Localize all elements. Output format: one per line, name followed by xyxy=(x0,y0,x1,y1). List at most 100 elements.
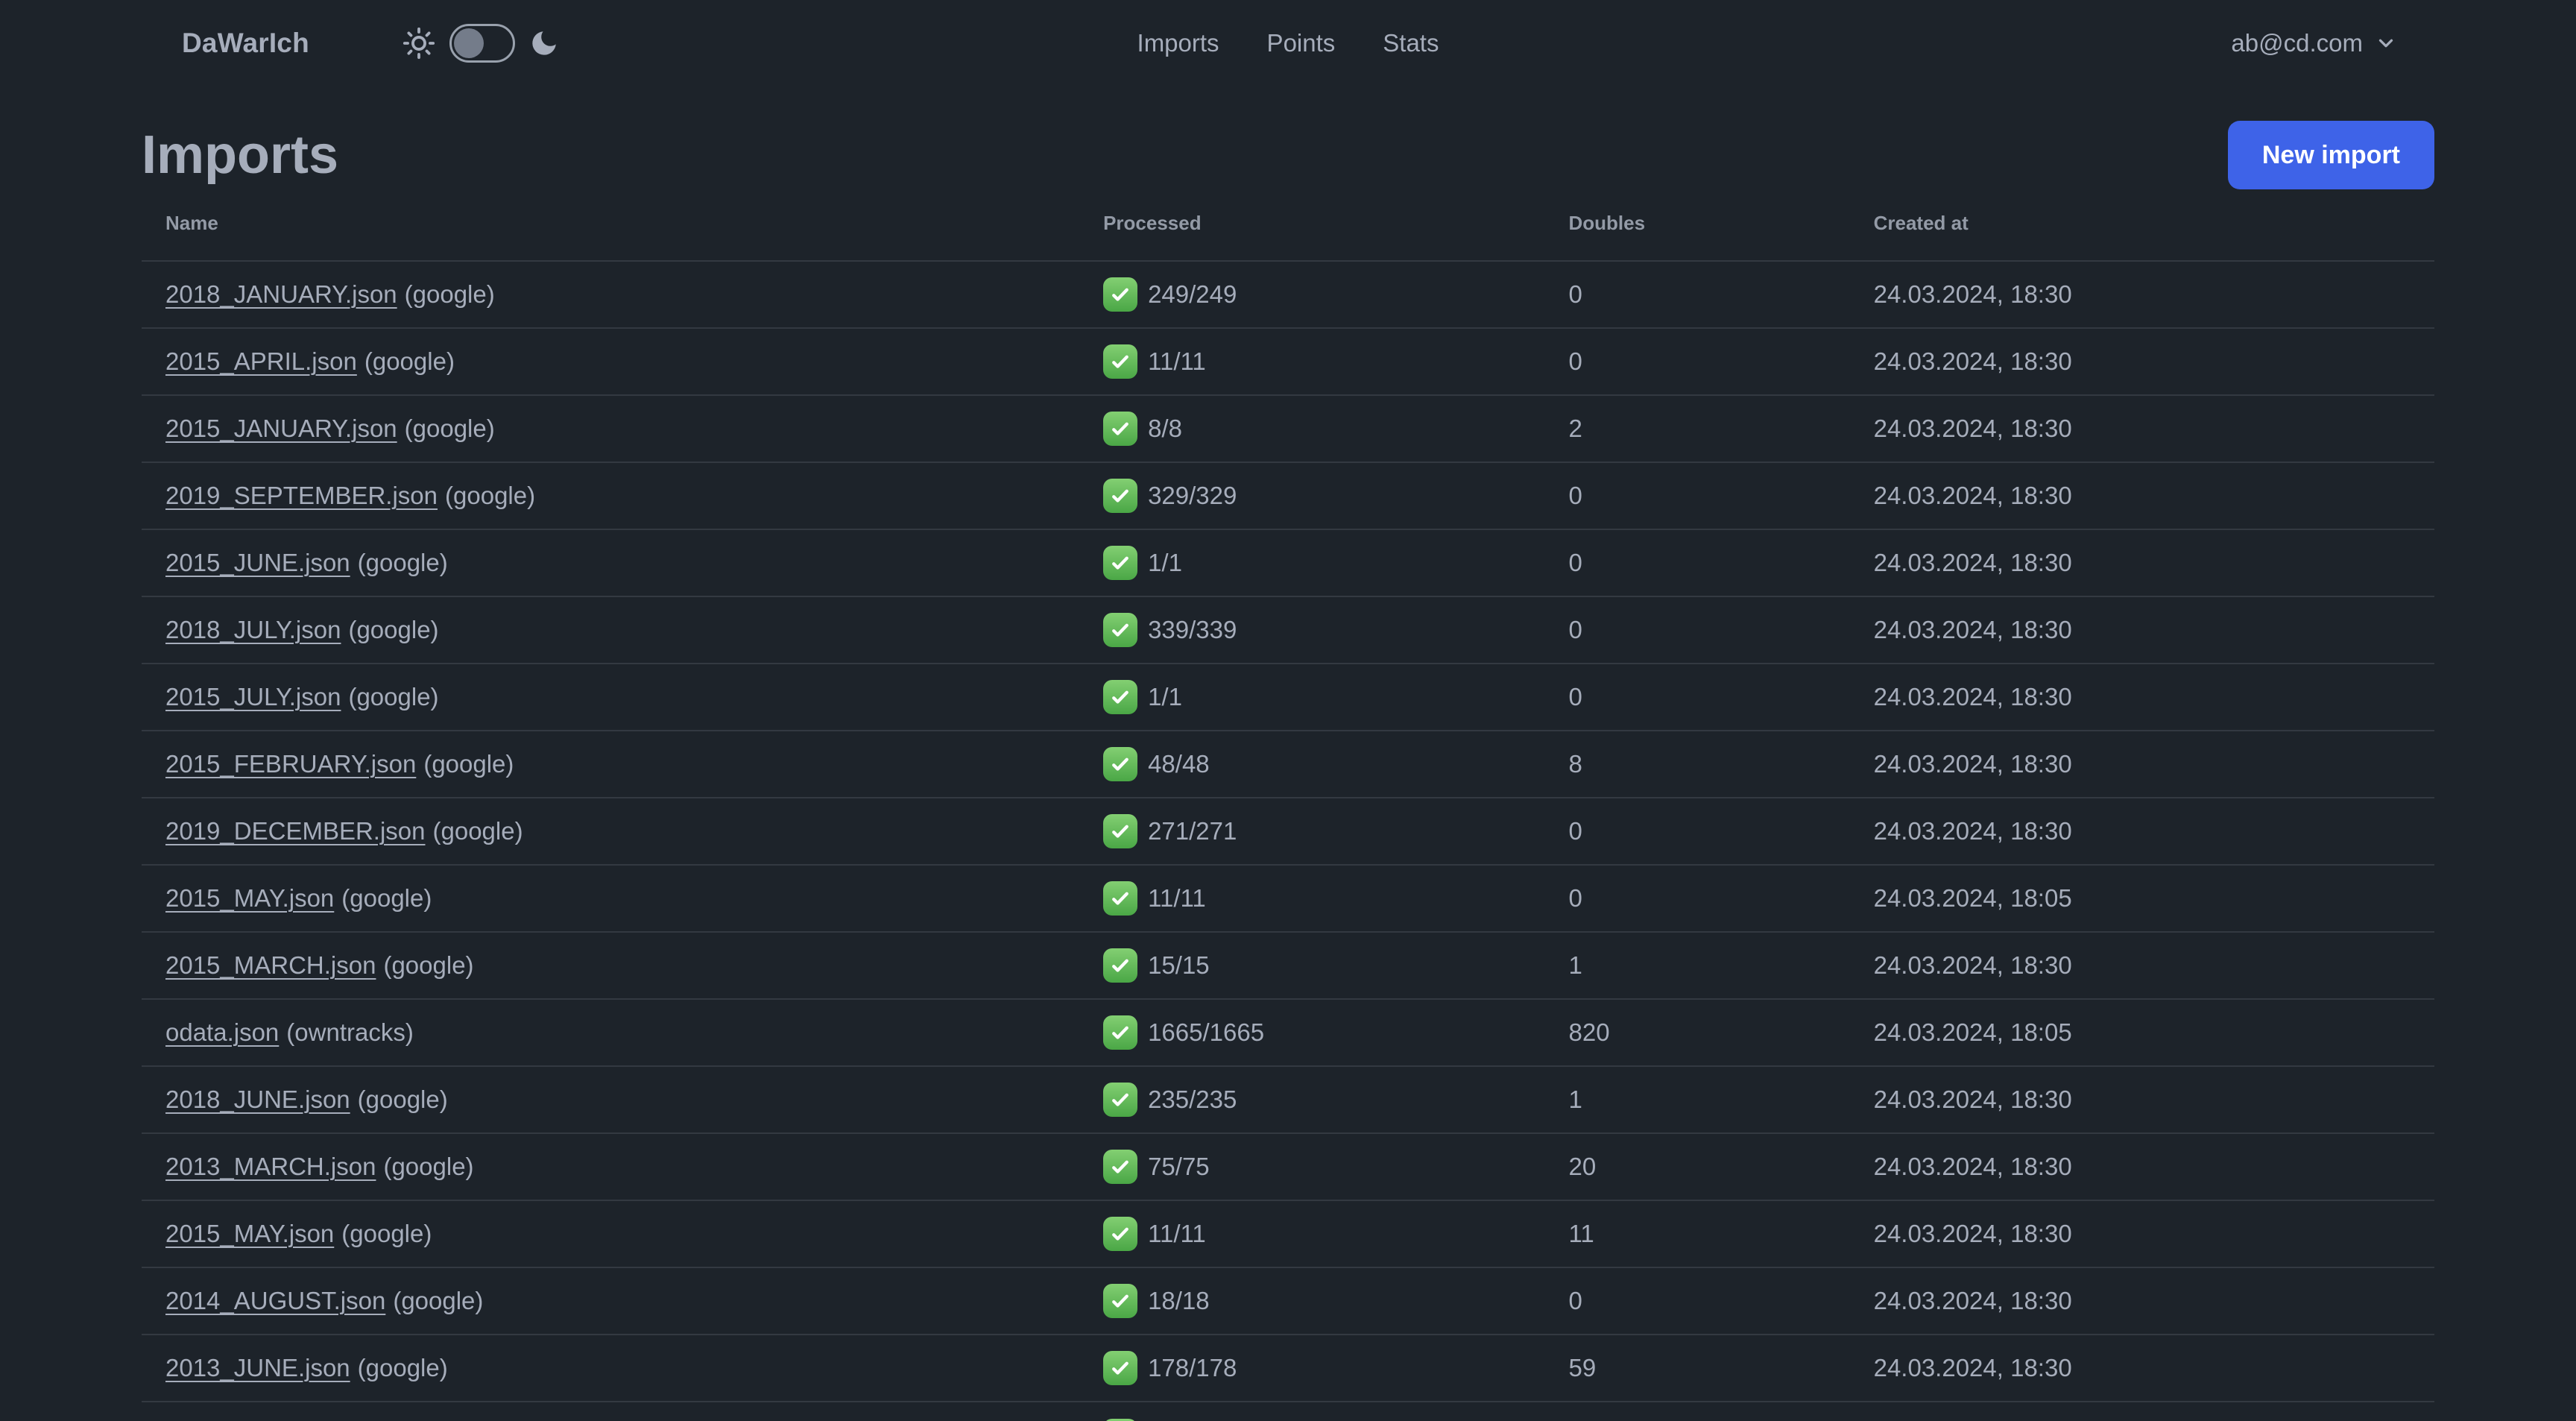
doubles-cell: 0 xyxy=(1544,461,1850,529)
name-cell: 2018_JUNE.json (google) xyxy=(142,1065,1080,1133)
nav-link-stats[interactable]: Stats xyxy=(1383,29,1439,57)
import-file-link[interactable]: 2015_MARCH.json xyxy=(165,951,376,979)
navbar-start: DaWarIch xyxy=(182,24,560,63)
import-source: (google) xyxy=(404,415,495,442)
table-row: 2015_FEBRUARY.json (google) 48/48 8 24.03… xyxy=(142,730,2434,798)
theme-toggle-switch[interactable] xyxy=(449,24,515,63)
check-icon xyxy=(1103,1418,1138,1421)
check-icon xyxy=(1103,412,1138,446)
import-file-link[interactable]: 2015_MAY.json xyxy=(165,884,334,912)
table-row: 2013_JUNE.json (google) 178/178 59 24.03.… xyxy=(142,1334,2434,1402)
created-at-cell: 24.03.2024, 18:30 xyxy=(1849,663,2434,731)
nav-link-imports[interactable]: Imports xyxy=(1137,29,1219,57)
table-row: 2013_MARCH.json (google) 75/75 20 24.03.2… xyxy=(142,1132,2434,1200)
check-icon xyxy=(1103,1217,1138,1251)
doubles-cell: 0 xyxy=(1544,1267,1850,1335)
import-file-link[interactable]: 2018_JUNE.json xyxy=(165,1086,350,1113)
doubles-cell: 0 xyxy=(1544,260,1850,328)
import-file-link[interactable]: 2019_DECEMBER.json xyxy=(165,817,426,845)
processed-count: 271/271 xyxy=(1148,817,1237,845)
column-header-processed: Processed xyxy=(1103,212,1202,234)
name-cell xyxy=(142,1401,1080,1421)
name-cell: 2013_JUNE.json (google) xyxy=(142,1334,1080,1402)
doubles-cell: 820 xyxy=(1544,998,1850,1066)
processed-count: 48/48 xyxy=(1148,750,1210,778)
doubles-cell: 2 xyxy=(1544,394,1850,462)
processed-count: 249/249 xyxy=(1148,280,1237,308)
processed-cell: 75/75 xyxy=(1079,1132,1545,1200)
processed-cell: 48/48 xyxy=(1079,730,1545,798)
nav-link-points[interactable]: Points xyxy=(1267,29,1336,57)
processed-count: 1/1 xyxy=(1148,683,1182,710)
name-cell: 2015_MAY.json (google) xyxy=(142,1200,1080,1267)
import-source: (google) xyxy=(341,884,432,912)
import-file-link[interactable]: 2015_JANUARY.json xyxy=(165,415,397,442)
check-icon xyxy=(1103,814,1138,848)
table-row xyxy=(142,1401,2434,1421)
created-at-cell: 24.03.2024, 18:30 xyxy=(1849,260,2434,328)
processed-cell: 271/271 xyxy=(1079,797,1545,865)
import-file-link[interactable]: 2015_APRIL.json xyxy=(165,347,357,375)
doubles-cell: 8 xyxy=(1544,730,1850,798)
import-source: (google) xyxy=(348,616,439,643)
import-file-link[interactable]: 2015_JULY.json xyxy=(165,683,341,710)
created-at-cell: 24.03.2024, 18:30 xyxy=(1849,931,2434,999)
doubles-cell: 0 xyxy=(1544,663,1850,731)
page-title: Imports xyxy=(142,125,339,185)
column-header-doubles: Doubles xyxy=(1568,212,1646,234)
import-file-link[interactable]: 2018_JANUARY.json xyxy=(165,280,397,308)
import-file-link[interactable]: 2015_FEBRUARY.json xyxy=(165,750,416,778)
table-row: 2015_APRIL.json (google) 11/11 0 24.03.20… xyxy=(142,327,2434,395)
import-source: (google) xyxy=(357,1354,448,1381)
import-file-link[interactable]: odata.json xyxy=(165,1018,279,1046)
processed-count: 11/11 xyxy=(1148,1220,1206,1247)
import-file-link[interactable]: 2019_SEPTEMBER.json xyxy=(165,482,438,509)
processed-count: 18/18 xyxy=(1148,1287,1210,1314)
check-icon xyxy=(1103,479,1138,513)
doubles-cell: 0 xyxy=(1544,864,1850,932)
created-at-cell: 24.03.2024, 18:30 xyxy=(1849,1132,2434,1200)
check-icon xyxy=(1103,1015,1138,1050)
created-at-cell: 24.03.2024, 18:05 xyxy=(1849,998,2434,1066)
created-at-cell: 24.03.2024, 18:30 xyxy=(1849,394,2434,462)
import-file-link[interactable]: 2013_MARCH.json xyxy=(165,1153,376,1180)
imports-page: Imports New import Name Processed Double… xyxy=(0,121,2576,1421)
check-icon xyxy=(1103,747,1138,781)
table-row: 2015_MARCH.json (google) 15/15 1 24.03.20… xyxy=(142,931,2434,999)
import-file-link[interactable]: 2018_JULY.json xyxy=(165,616,341,643)
processed-cell: 1/1 xyxy=(1079,529,1545,596)
import-file-link[interactable]: 2013_JUNE.json xyxy=(165,1354,350,1381)
import-source: (google) xyxy=(341,1220,432,1247)
user-email: ab@cd.com xyxy=(2231,29,2363,57)
import-file-link[interactable]: 2015_JUNE.json xyxy=(165,549,350,576)
import-file-link[interactable]: 2014_AUGUST.json xyxy=(165,1287,385,1314)
name-cell: 2015_FEBRUARY.json (google) xyxy=(142,730,1080,798)
check-icon xyxy=(1103,881,1138,916)
brand-logo[interactable]: DaWarIch xyxy=(182,28,309,59)
name-cell: 2015_APRIL.json (google) xyxy=(142,327,1080,395)
import-source: (owntracks) xyxy=(286,1018,414,1046)
processed-cell: 18/18 xyxy=(1079,1267,1545,1335)
name-cell: 2019_SEPTEMBER.json (google) xyxy=(142,461,1080,529)
import-source: (google) xyxy=(432,817,523,845)
name-cell: 2015_MARCH.json (google) xyxy=(142,931,1080,999)
check-icon xyxy=(1103,680,1138,714)
theme-toggle-group xyxy=(402,24,560,63)
table-row: 2015_JULY.json (google) 1/1 0 24.03.2024,… xyxy=(142,663,2434,731)
check-icon xyxy=(1103,1284,1138,1318)
check-icon xyxy=(1103,546,1138,580)
column-header-name: Name xyxy=(165,212,218,234)
new-import-button[interactable]: New import xyxy=(2227,121,2434,189)
user-menu[interactable]: ab@cd.com xyxy=(2231,29,2397,57)
processed-count: 178/178 xyxy=(1148,1354,1237,1381)
doubles-cell: 11 xyxy=(1544,1200,1850,1267)
doubles-cell: 0 xyxy=(1544,596,1850,664)
import-file-link[interactable]: 2015_MAY.json xyxy=(165,1220,334,1247)
table-row: 2015_JUNE.json (google) 1/1 0 24.03.2024,… xyxy=(142,529,2434,596)
created-at-cell: 24.03.2024, 18:30 xyxy=(1849,1065,2434,1133)
name-cell: odata.json (owntracks) xyxy=(142,998,1080,1066)
created-at-cell: 24.03.2024, 18:30 xyxy=(1849,1267,2434,1335)
doubles-cell: 0 xyxy=(1544,327,1850,395)
created-at-cell xyxy=(1849,1401,2434,1421)
created-at-cell: 24.03.2024, 18:30 xyxy=(1849,730,2434,798)
